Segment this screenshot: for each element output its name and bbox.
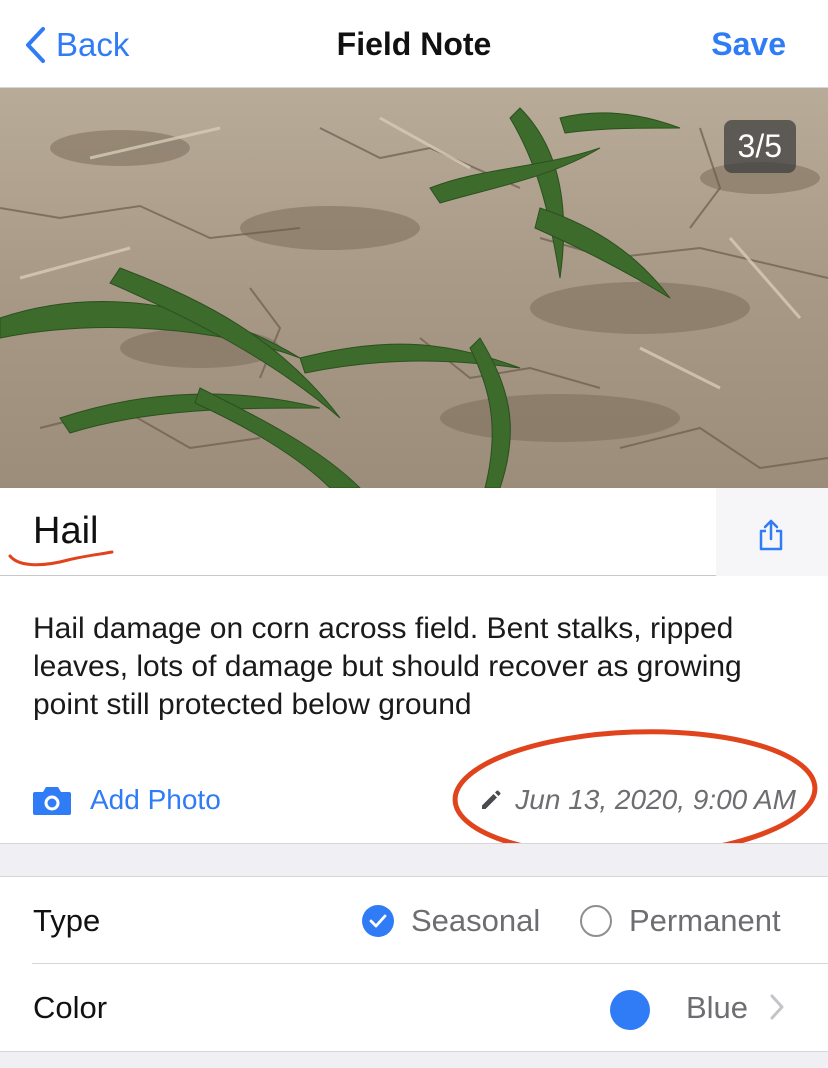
pencil-icon	[482, 790, 501, 809]
section-separator-bottom	[0, 1051, 828, 1068]
back-label: Back	[56, 26, 130, 63]
add-photo-button[interactable]: Add Photo	[32, 784, 221, 816]
share-button[interactable]	[716, 488, 828, 576]
section-separator	[0, 843, 828, 877]
type-option-seasonal[interactable]: Seasonal	[362, 903, 540, 939]
note-description[interactable]: Hail damage on corn across field. Bent s…	[33, 610, 803, 724]
color-label: Color	[33, 990, 108, 1025]
radio-checked	[362, 905, 394, 937]
color-row[interactable]: Color Blue	[0, 964, 828, 1051]
title-divider	[0, 575, 716, 576]
type-option-label: Seasonal	[411, 903, 541, 938]
date-value: Jun 13, 2020, 9:00 AM	[515, 784, 796, 815]
color-value: Blue	[685, 990, 748, 1025]
title-row: Hail	[0, 488, 828, 576]
date-field[interactable]: Jun 13, 2020, 9:00 AM	[479, 784, 796, 816]
chevron-right-icon	[770, 994, 784, 1020]
type-row: Type Seasonal Permanent	[0, 877, 828, 964]
color-swatch	[610, 990, 650, 1030]
type-option-label: Permanent	[629, 903, 781, 938]
back-button[interactable]: Back	[24, 22, 129, 68]
camera-icon	[33, 787, 71, 815]
photo-carousel[interactable]: 3/5	[0, 88, 828, 488]
nav-bar: Back Field Note Save	[0, 0, 828, 88]
add-photo-label: Add Photo	[90, 784, 221, 815]
photo-counter: 3/5	[723, 120, 796, 173]
radio-unchecked	[580, 905, 612, 937]
type-option-permanent[interactable]: Permanent	[580, 903, 781, 939]
field-photo	[0, 88, 828, 488]
share-icon	[759, 519, 783, 551]
note-title[interactable]: Hail	[33, 510, 98, 553]
checkmark-icon	[369, 914, 387, 928]
chevron-left-icon	[26, 27, 45, 63]
save-button[interactable]: Save	[711, 26, 786, 63]
type-label: Type	[33, 903, 101, 938]
